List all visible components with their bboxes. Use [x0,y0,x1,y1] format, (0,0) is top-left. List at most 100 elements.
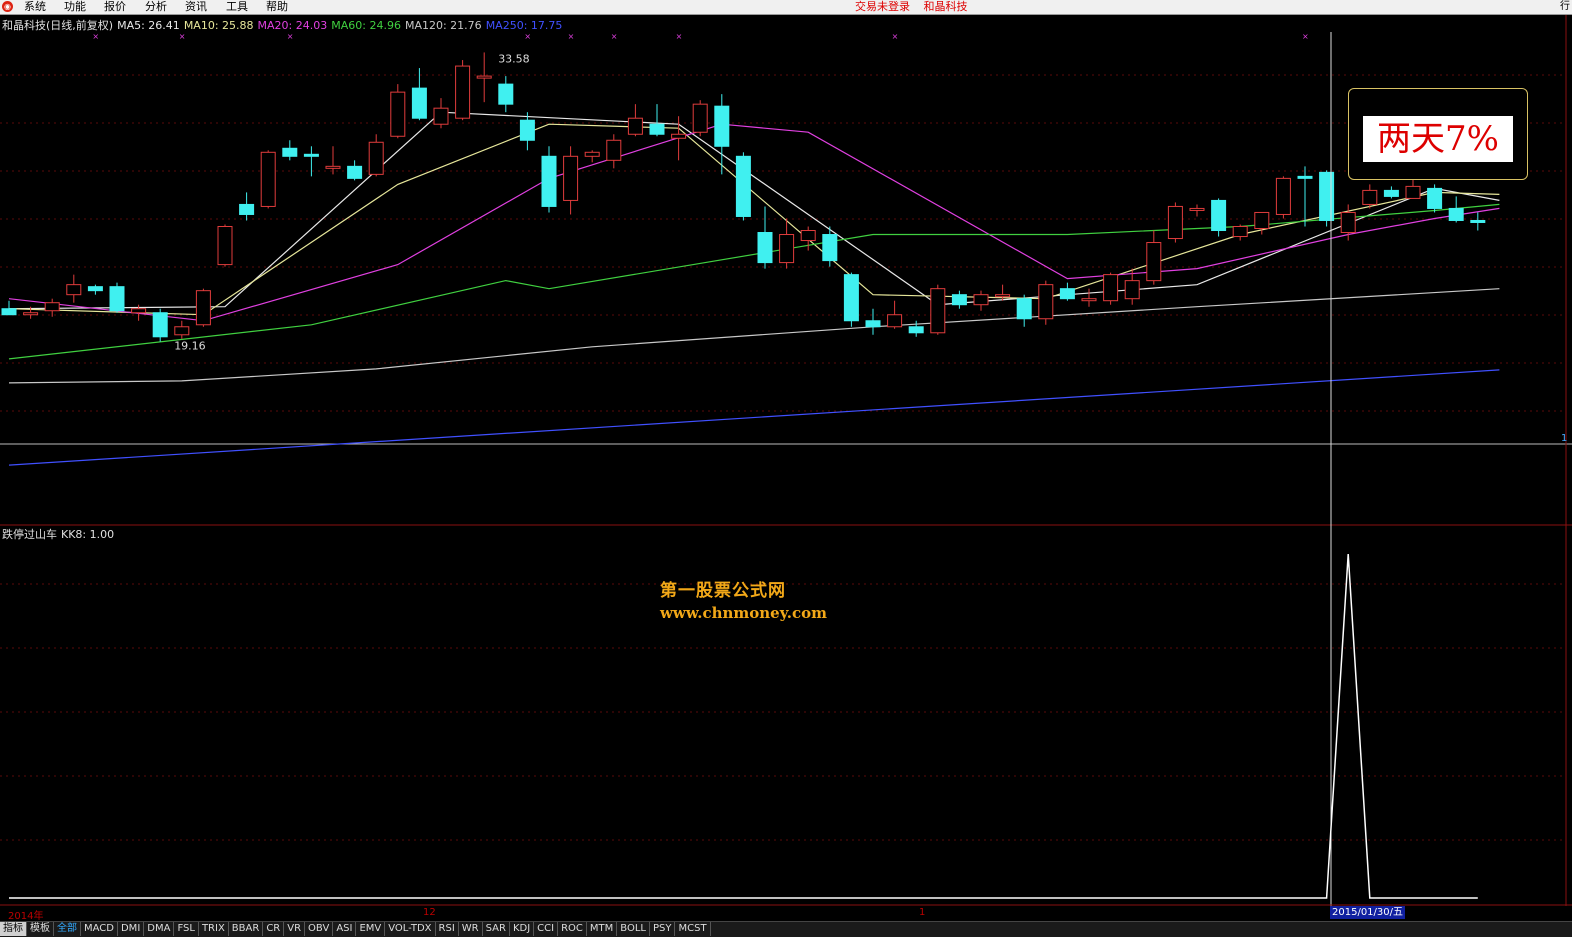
candle-body [174,326,190,336]
candle [1103,272,1119,305]
candle [368,134,384,177]
candle [649,104,665,137]
tab-mcst[interactable]: MCST [675,922,711,936]
candle-body [1362,189,1378,205]
tab-roc[interactable]: ROC [558,922,587,936]
menu-item-function[interactable]: 功能 [64,0,86,14]
candle-body [23,312,39,316]
menu-item-analysis[interactable]: 分析 [145,0,167,14]
candle [627,104,643,137]
axis-mark: 1 [1561,433,1567,444]
tab-vol-tdx[interactable]: VOL-TDX [385,922,436,936]
tab-psy[interactable]: PSY [650,922,676,936]
candle-body [1448,207,1464,221]
candle-body [1038,284,1054,320]
cursor-date-label: 2015/01/30/五 [1330,906,1406,919]
candle-body [1167,205,1183,240]
candle-body [1254,211,1270,230]
candle-body [1340,211,1356,234]
candle [109,282,125,313]
tab-asi[interactable]: ASI [333,922,357,936]
candle [735,152,751,221]
row-button[interactable]: 行 [1560,0,1570,14]
tab-kdj[interactable]: KDJ [510,922,535,936]
candle-body [239,203,255,215]
candle [1470,212,1486,231]
candle [152,308,168,342]
tab-模板[interactable]: 模板 [27,922,54,936]
candle [1038,280,1054,325]
tab-sar[interactable]: SAR [483,922,510,936]
tab-全部[interactable]: 全部 [54,922,81,936]
candle-body [131,308,147,314]
candle-body [627,117,643,135]
candle [1189,204,1205,217]
candle-body [1103,274,1119,302]
candle [1427,184,1443,213]
low-price-label: 19.16 [174,340,206,353]
candle-body [109,286,125,312]
tab-cr[interactable]: CR [263,922,285,936]
candle [1059,282,1075,301]
candle-body [649,123,665,135]
candle-body [1189,207,1205,211]
tab-emv[interactable]: EMV [356,922,386,936]
candle-body [1275,177,1291,215]
candle-body [1427,187,1443,209]
tab-vr[interactable]: VR [284,922,306,936]
menu-item-info[interactable]: 资讯 [185,0,207,14]
candle-body [973,294,989,306]
tab-dmi[interactable]: DMI [118,922,145,936]
tab-mtm[interactable]: MTM [587,922,618,936]
candle [800,226,816,251]
indicator-name: 跌停过山车 [2,528,57,541]
candle-body [606,139,622,161]
candle-body [1383,189,1399,197]
tab-rsi[interactable]: RSI [436,922,459,936]
tab-cci[interactable]: CCI [534,922,559,936]
signal-marker: × [1302,32,1309,41]
candle-body [865,320,881,328]
candle [692,100,708,137]
candle [930,284,946,335]
candle [66,274,82,303]
tab-boll[interactable]: BOLL [617,922,650,936]
candle [390,84,406,139]
candle-body [282,147,298,157]
candle [1,300,17,316]
stock-name-title: 和晶科技 [923,0,968,13]
tab-trix[interactable]: TRIX [199,922,229,936]
time-label-dec: 12 [423,907,436,918]
candle [217,224,233,267]
candle [714,94,730,175]
status-area: 交易未登录 和晶科技 [855,0,978,14]
menu-item-quote[interactable]: 报价 [104,0,126,14]
signal-marker: × [179,32,186,41]
tab-wr[interactable]: WR [459,922,483,936]
menu-item-help[interactable]: 帮助 [266,0,288,14]
ma-line-ma5 [8,111,1500,310]
candle [433,98,449,129]
menu-item-system[interactable]: 系统 [24,0,46,14]
candle [1232,224,1248,241]
tab-bbar[interactable]: BBAR [229,922,264,936]
signal-marker: × [676,32,683,41]
callout-box: 两天7% [1348,88,1528,180]
tab-obv[interactable]: OBV [305,922,334,936]
menu-item-tools[interactable]: 工具 [226,0,248,14]
tab-dma[interactable]: DMA [144,922,175,936]
candle [1211,198,1227,237]
login-status[interactable]: 交易未登录 [855,0,910,13]
candle-body [930,288,946,334]
legend-ma10: MA10: 25.88 [183,19,254,32]
tab-指标[interactable]: 指标 [0,922,27,936]
tab-fsl[interactable]: FSL [174,922,199,936]
app-logo-icon[interactable]: ◉ [2,1,13,12]
kline-chart[interactable]: 33.58 19.16 1 × × × × × × × × × [0,15,1572,526]
candle-body [1232,225,1248,238]
candle-body [887,314,903,328]
candle [347,160,363,181]
tab-macd[interactable]: MACD [81,922,118,936]
candle-body [87,286,103,292]
candle [908,320,924,337]
